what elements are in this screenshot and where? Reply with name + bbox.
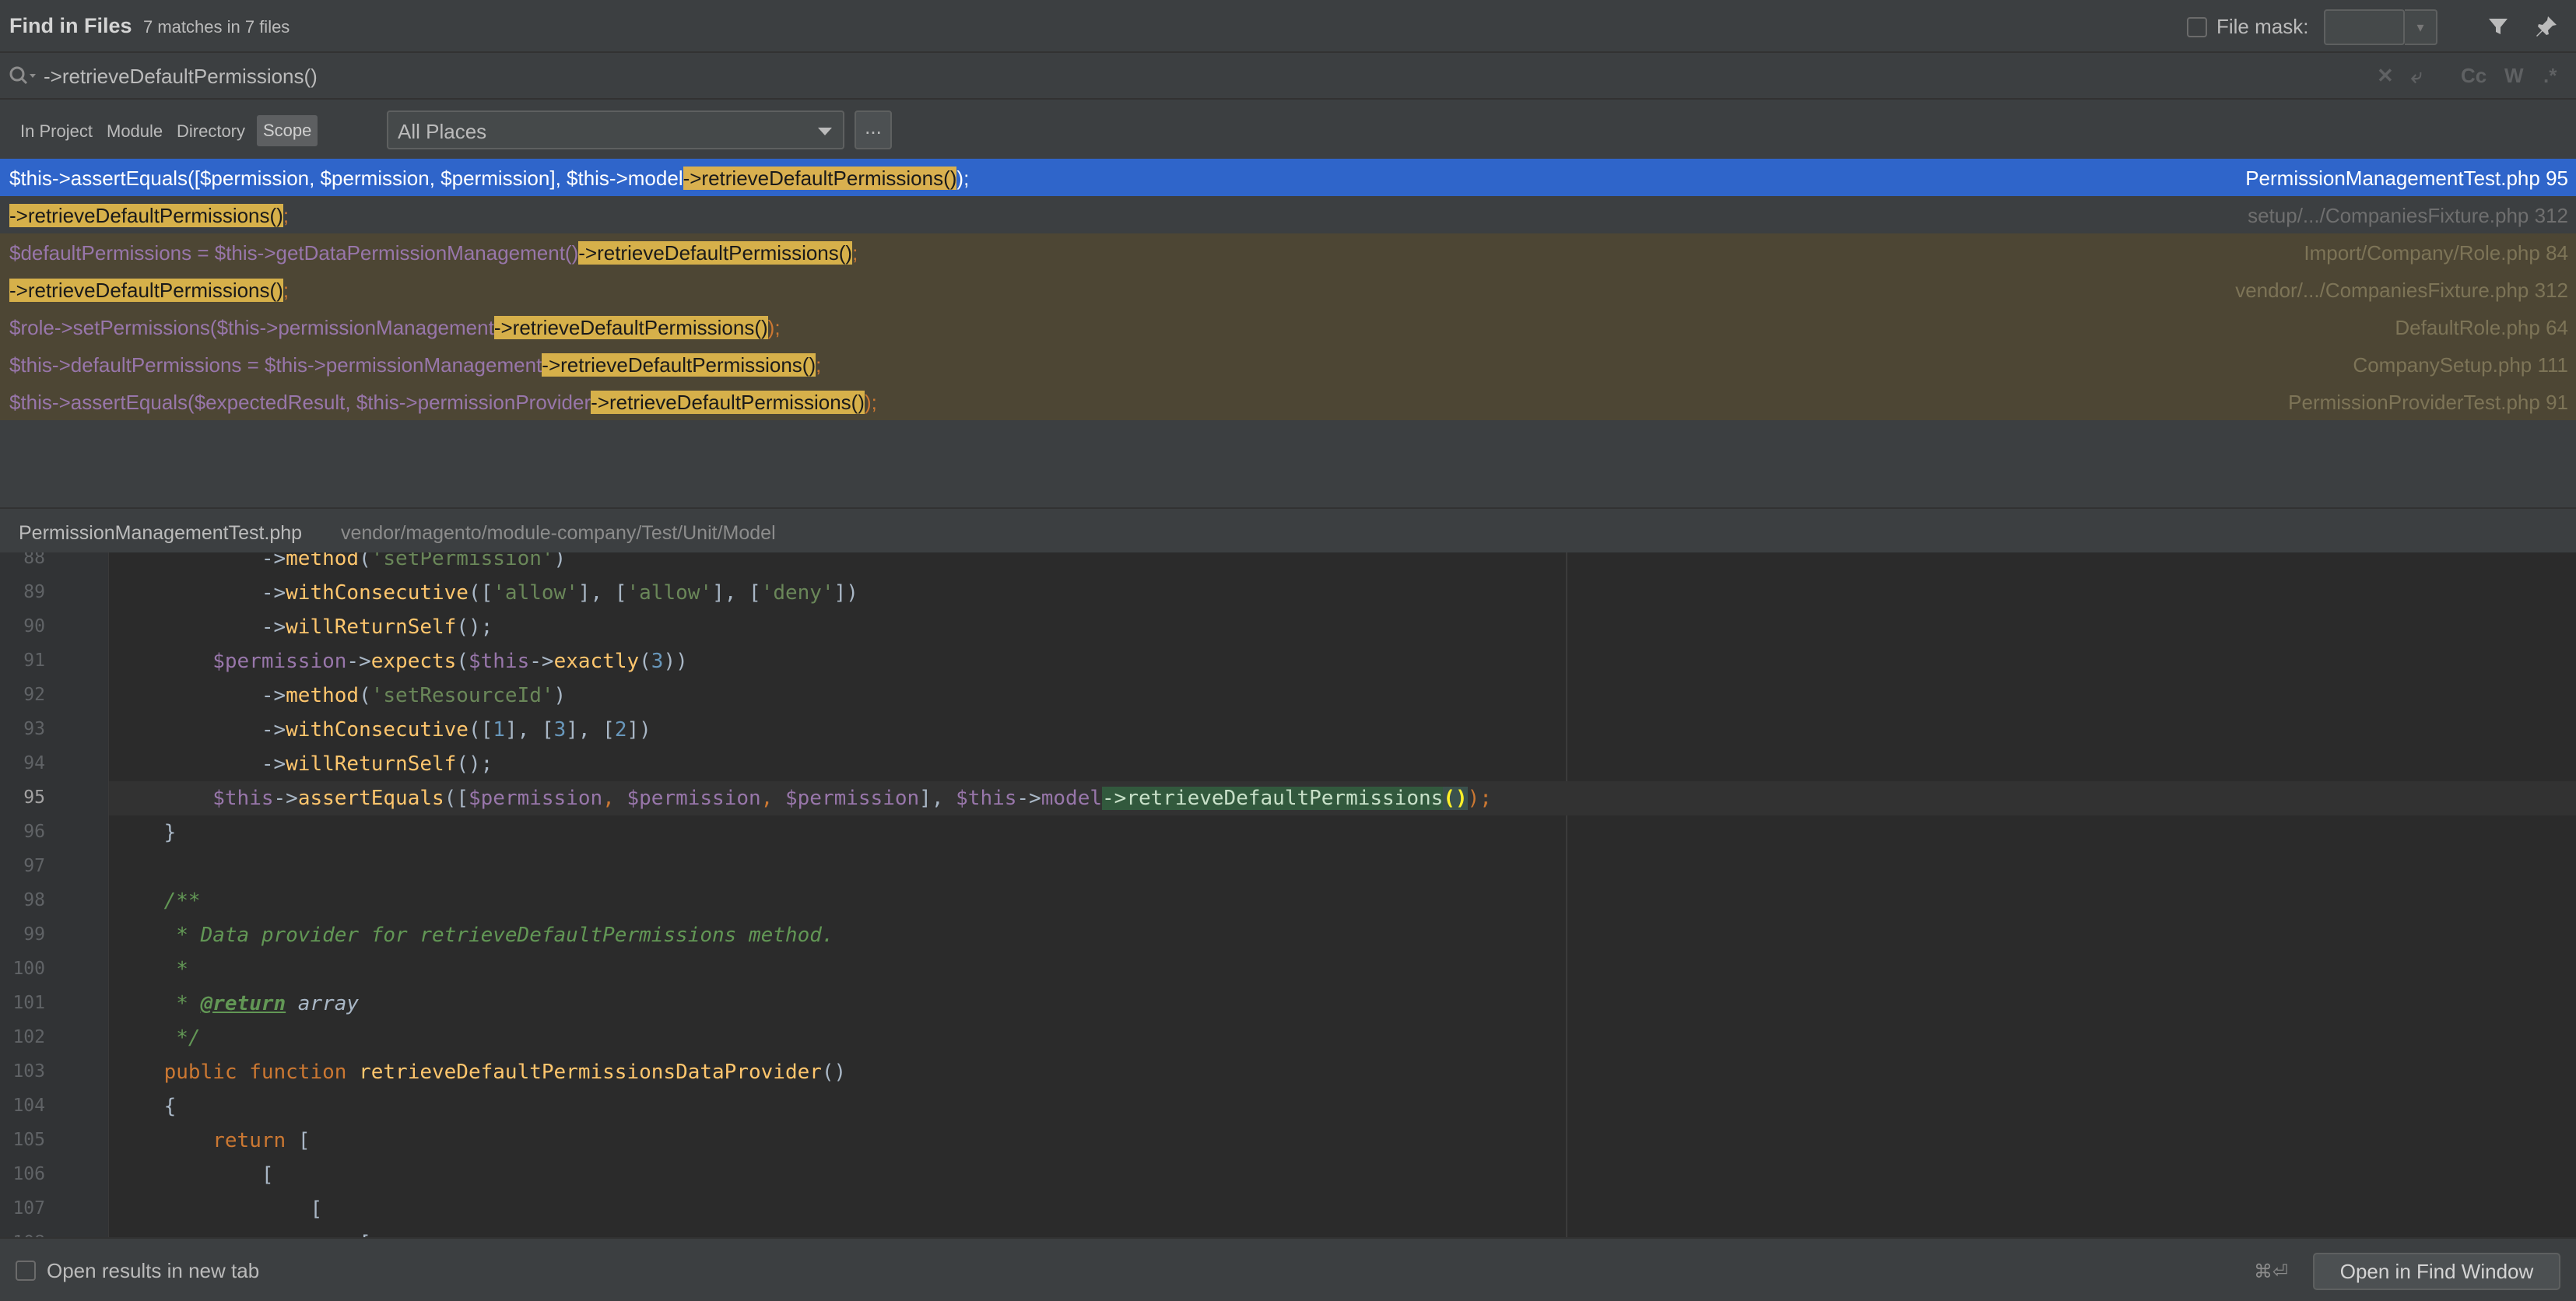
result-location: Import/Company/Role.php 84 bbox=[2304, 241, 2568, 265]
tab-in-project[interactable]: In Project bbox=[20, 121, 93, 142]
scope-select[interactable]: All Places bbox=[387, 110, 844, 149]
open-in-find-window-button[interactable]: Open in Find Window bbox=[2313, 1253, 2560, 1290]
line-number: 90 bbox=[23, 616, 45, 636]
line-number: 89 bbox=[23, 582, 45, 602]
result-location: PermissionManagementTest.php 95 bbox=[2245, 167, 2568, 190]
search-icon[interactable] bbox=[8, 64, 37, 89]
result-row[interactable]: $role->setPermissions($this->permissionM… bbox=[0, 308, 2576, 345]
result-code: ->retrieveDefaultPermissions(); bbox=[9, 204, 290, 227]
find-in-files-header: Find in Files 7 matches in 7 files File … bbox=[0, 0, 2576, 53]
result-row[interactable]: ->retrieveDefaultPermissions(); setup/..… bbox=[0, 196, 2576, 233]
line-number: 97 bbox=[23, 856, 45, 876]
scope-row: In Project Module Directory Scope All Pl… bbox=[0, 100, 2576, 159]
code-line: } bbox=[115, 821, 177, 844]
line-number: 107 bbox=[12, 1198, 45, 1219]
line-number: 105 bbox=[12, 1130, 45, 1150]
preview-header: PermissionManagementTest.php vendor/mage… bbox=[0, 507, 2576, 552]
line-number: 91 bbox=[23, 650, 45, 671]
code-line: ->willReturnSelf(); bbox=[115, 615, 493, 639]
result-code: $role->setPermissions($this->permissionM… bbox=[9, 316, 781, 339]
chevron-down-icon bbox=[818, 128, 832, 135]
clear-icon[interactable]: ✕ bbox=[2377, 64, 2394, 88]
line-number: 94 bbox=[23, 753, 45, 773]
code-line: /** bbox=[115, 889, 201, 913]
code-line: ->method('setResourceId') bbox=[115, 684, 567, 707]
code-line: [ bbox=[109, 1226, 2576, 1237]
result-row[interactable]: $this->assertEquals($expectedResult, $th… bbox=[0, 383, 2576, 420]
shortcut-hint: ⌘⏎ bbox=[2254, 1261, 2289, 1282]
tab-module[interactable]: Module bbox=[107, 121, 163, 142]
dialog-footer: Open results in new tab ⌘⏎ Open in Find … bbox=[0, 1237, 2576, 1301]
preview-file-name: PermissionManagementTest.php bbox=[19, 522, 303, 544]
result-code: $this->assertEquals([$permission, $permi… bbox=[9, 167, 970, 190]
words-icon[interactable]: W bbox=[2504, 64, 2524, 88]
code-line: ->withConsecutive(['allow'], ['allow'], … bbox=[115, 581, 858, 605]
code-line: public function retrieveDefaultPermissio… bbox=[163, 1061, 847, 1084]
line-number: 99 bbox=[23, 924, 45, 945]
regex-icon[interactable]: .* bbox=[2543, 64, 2557, 88]
line-number: 88 bbox=[23, 552, 45, 568]
match-case-icon[interactable]: Cc bbox=[2461, 64, 2487, 88]
match-count: 7 matches in 7 files bbox=[143, 17, 290, 37]
tab-scope[interactable]: Scope bbox=[257, 115, 318, 146]
results-list: $this->assertEquals([$permission, $permi… bbox=[0, 159, 2576, 507]
result-code: $this->assertEquals($expectedResult, $th… bbox=[9, 391, 877, 414]
line-number: 98 bbox=[23, 890, 45, 910]
code-line: [ bbox=[115, 1163, 274, 1187]
code-preview[interactable]: 88 89 90 91 92 93 94 95 96 97 98 99 100 101 102 103 104 1… bbox=[0, 552, 2576, 1237]
result-code: $defaultPermissions = $this->getDataPerm… bbox=[9, 241, 858, 265]
code-line: $this->assertEquals([$permission, $permi… bbox=[109, 781, 2576, 815]
code-line: ->method('setPermission') bbox=[115, 552, 567, 570]
line-number: 92 bbox=[23, 685, 45, 705]
code-line: [ bbox=[115, 1198, 323, 1221]
file-mask-input[interactable] bbox=[2324, 9, 2405, 45]
result-location: vendor/.../CompaniesFixture.php 312 bbox=[2235, 279, 2568, 302]
result-row[interactable]: $this->defaultPermissions = $this->permi… bbox=[0, 345, 2576, 383]
result-code: ->retrieveDefaultPermissions(); bbox=[9, 279, 290, 302]
line-number: 100 bbox=[12, 959, 45, 979]
result-row[interactable]: $defaultPermissions = $this->getDataPerm… bbox=[0, 233, 2576, 271]
result-location: DefaultRole.php 64 bbox=[2395, 316, 2568, 339]
code-line: ->willReturnSelf(); bbox=[115, 752, 493, 776]
dialog-title: Find in Files bbox=[9, 14, 132, 37]
code-line: { bbox=[115, 1095, 177, 1118]
file-mask-checkbox[interactable] bbox=[2187, 17, 2207, 37]
result-row[interactable]: ->retrieveDefaultPermissions(); vendor/.… bbox=[0, 271, 2576, 308]
history-icon[interactable]: ⤶ bbox=[2411, 64, 2423, 89]
filter-icon[interactable] bbox=[2483, 11, 2514, 42]
file-mask-label: File mask: bbox=[2216, 15, 2309, 38]
code-line: return [ bbox=[212, 1129, 311, 1152]
line-number: 103 bbox=[12, 1061, 45, 1082]
line-number: 93 bbox=[23, 719, 45, 739]
code-line: $permission->expects($this->exactly(3)) bbox=[212, 650, 688, 673]
result-row[interactable]: $this->assertEquals([$permission, $permi… bbox=[0, 159, 2576, 196]
search-row: ->retrieveDefaultPermissions() ✕ ⤶ Cc W … bbox=[0, 53, 2576, 100]
search-input[interactable]: ->retrieveDefaultPermissions() bbox=[44, 65, 318, 89]
line-number: 95 bbox=[23, 787, 45, 808]
tab-directory[interactable]: Directory bbox=[177, 121, 245, 142]
line-number: 106 bbox=[12, 1164, 45, 1184]
code-line: * Data provider for retrieveDefaultPermi… bbox=[115, 924, 834, 947]
file-mask-dropdown[interactable]: ▾ bbox=[2405, 9, 2437, 45]
pin-icon[interactable] bbox=[2531, 11, 2562, 42]
result-location: setup/.../CompaniesFixture.php 312 bbox=[2248, 204, 2568, 227]
line-number-gutter: 88 89 90 91 92 93 94 95 96 97 98 99 100 101 102 103 104 1… bbox=[0, 552, 109, 1237]
result-code: $this->defaultPermissions = $this->permi… bbox=[9, 353, 822, 377]
code-line: * bbox=[115, 958, 188, 981]
scope-select-value: All Places bbox=[398, 120, 487, 143]
line-number: 96 bbox=[23, 822, 45, 842]
line-number: 102 bbox=[12, 1027, 45, 1047]
scope-more-button[interactable]: ... bbox=[855, 110, 892, 149]
code-line: */ bbox=[115, 1026, 201, 1050]
result-location: CompanySetup.php 111 bbox=[2353, 353, 2568, 377]
code-line: ->withConsecutive([1], [3], [2]) bbox=[115, 718, 651, 742]
open-new-tab-checkbox[interactable] bbox=[16, 1261, 36, 1281]
result-location: PermissionProviderTest.php 91 bbox=[2288, 391, 2568, 414]
preview-file-path: vendor/magento/module-company/Test/Unit/… bbox=[341, 522, 776, 544]
line-number: 101 bbox=[12, 993, 45, 1013]
open-new-tab-label: Open results in new tab bbox=[47, 1259, 260, 1282]
line-number: 104 bbox=[12, 1096, 45, 1116]
code-line: * @return array bbox=[115, 992, 360, 1015]
